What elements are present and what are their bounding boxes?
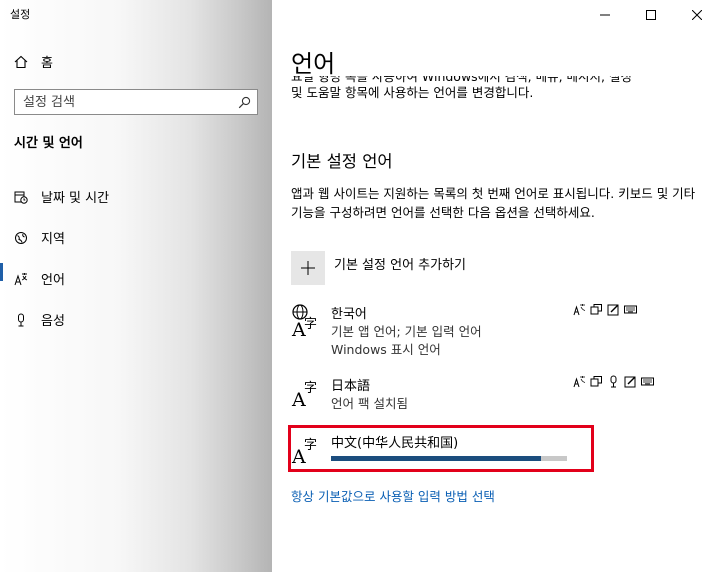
- display-language-icon: [573, 303, 586, 316]
- default-input-method-link[interactable]: 항상 기본값으로 사용할 입력 방법 선택: [291, 486, 495, 505]
- microphone-icon: [14, 313, 28, 327]
- language-name: 한국어: [331, 307, 367, 322]
- add-language-button[interactable]: 기본 설정 언어 추가하기: [291, 251, 466, 285]
- language-icon: [14, 272, 28, 286]
- intro-line-1: 요일 형명 목을 사용하여 Windows에서 검색, 메뉴, 메시지, 설정: [291, 76, 633, 84]
- app-title: 설정: [10, 8, 31, 21]
- sidebar-item-region[interactable]: 지역: [0, 217, 272, 258]
- globe-region-icon: [14, 231, 28, 245]
- language-globe-icon: A 字: [291, 303, 325, 341]
- language-intro-text: 요일 형명 목을 사용하여 Windows에서 검색, 메뉴, 메시지, 설정 …: [291, 76, 691, 108]
- language-status: 언어 팩 설치됨: [331, 396, 408, 411]
- language-status: Windows 표시 언어: [331, 342, 441, 357]
- maximize-icon[interactable]: [628, 0, 674, 30]
- handwriting-icon: [624, 375, 637, 388]
- language-name: 日本語: [331, 379, 371, 394]
- language-status: 기본 앱 언어; 기본 입력 언어: [331, 324, 482, 339]
- sidebar-item-language[interactable]: 언어: [0, 258, 272, 299]
- sidebar-item-label: 지역: [41, 232, 65, 247]
- language-icon: A 字: [291, 375, 325, 411]
- add-language-label: 기본 설정 언어 추가하기: [334, 258, 466, 273]
- language-item-korean[interactable]: A 字 한국어 기본 앱 언어; 기본 입력 언어 Windows 표시 언어: [291, 303, 671, 357]
- keyboard-icon: [641, 375, 654, 388]
- preferred-languages-description: 앱과 웹 사이트는 지원하는 목록의 첫 번째 언어로 표시됩니다. 키보드 및…: [291, 186, 696, 220]
- language-item-japanese[interactable]: A 字 日本語 언어 팩 설치됨: [291, 375, 671, 415]
- settings-search: [14, 89, 258, 115]
- home-icon: [14, 55, 28, 68]
- main-content: 언어 요일 형명 목을 사용하여 Windows에서 검색, 메뉴, 메시지, …: [272, 0, 720, 572]
- active-indicator: [0, 263, 3, 281]
- calendar-clock-icon: [14, 190, 28, 204]
- close-icon[interactable]: [674, 0, 720, 30]
- window-controls: [582, 0, 720, 30]
- intro-line-2: 및 도움말 항목에 사용하는 언어를 변경합니다.: [291, 85, 534, 100]
- search-input[interactable]: [15, 90, 231, 114]
- home-label: 홈: [41, 56, 53, 71]
- highlight-box: [288, 425, 594, 472]
- home-link[interactable]: 홈: [14, 52, 53, 71]
- sidebar-item-label: 음성: [41, 314, 65, 329]
- sidebar-item-speech[interactable]: 음성: [0, 299, 272, 340]
- sidebar-item-label: 날짜 및 시간: [41, 191, 110, 206]
- keyboard-icon: [624, 303, 637, 316]
- language-features: [573, 303, 637, 316]
- page-title: 언어: [291, 50, 336, 78]
- speech-language-icon: [590, 375, 603, 388]
- sidebar-item-label: 언어: [41, 273, 65, 288]
- display-language-icon: [573, 375, 586, 388]
- svg-text:字: 字: [304, 317, 317, 332]
- sidebar-item-date-time[interactable]: 날짜 및 시간: [0, 176, 272, 217]
- speech-language-icon: [590, 303, 603, 316]
- preferred-languages-heading: 기본 설정 언어: [291, 152, 393, 171]
- search-icon[interactable]: [231, 90, 257, 114]
- sidebar: 설정 홈 시간 및 언어 날짜 및 시간: [0, 0, 272, 572]
- sidebar-nav: 날짜 및 시간 지역 언어 음성: [0, 176, 272, 340]
- svg-text:字: 字: [304, 381, 317, 396]
- microphone-icon: [607, 375, 620, 388]
- plus-icon[interactable]: [291, 251, 325, 285]
- minimize-icon[interactable]: [582, 0, 628, 30]
- language-features: [573, 375, 654, 388]
- handwriting-icon: [607, 303, 620, 316]
- section-title: 시간 및 언어: [14, 136, 83, 151]
